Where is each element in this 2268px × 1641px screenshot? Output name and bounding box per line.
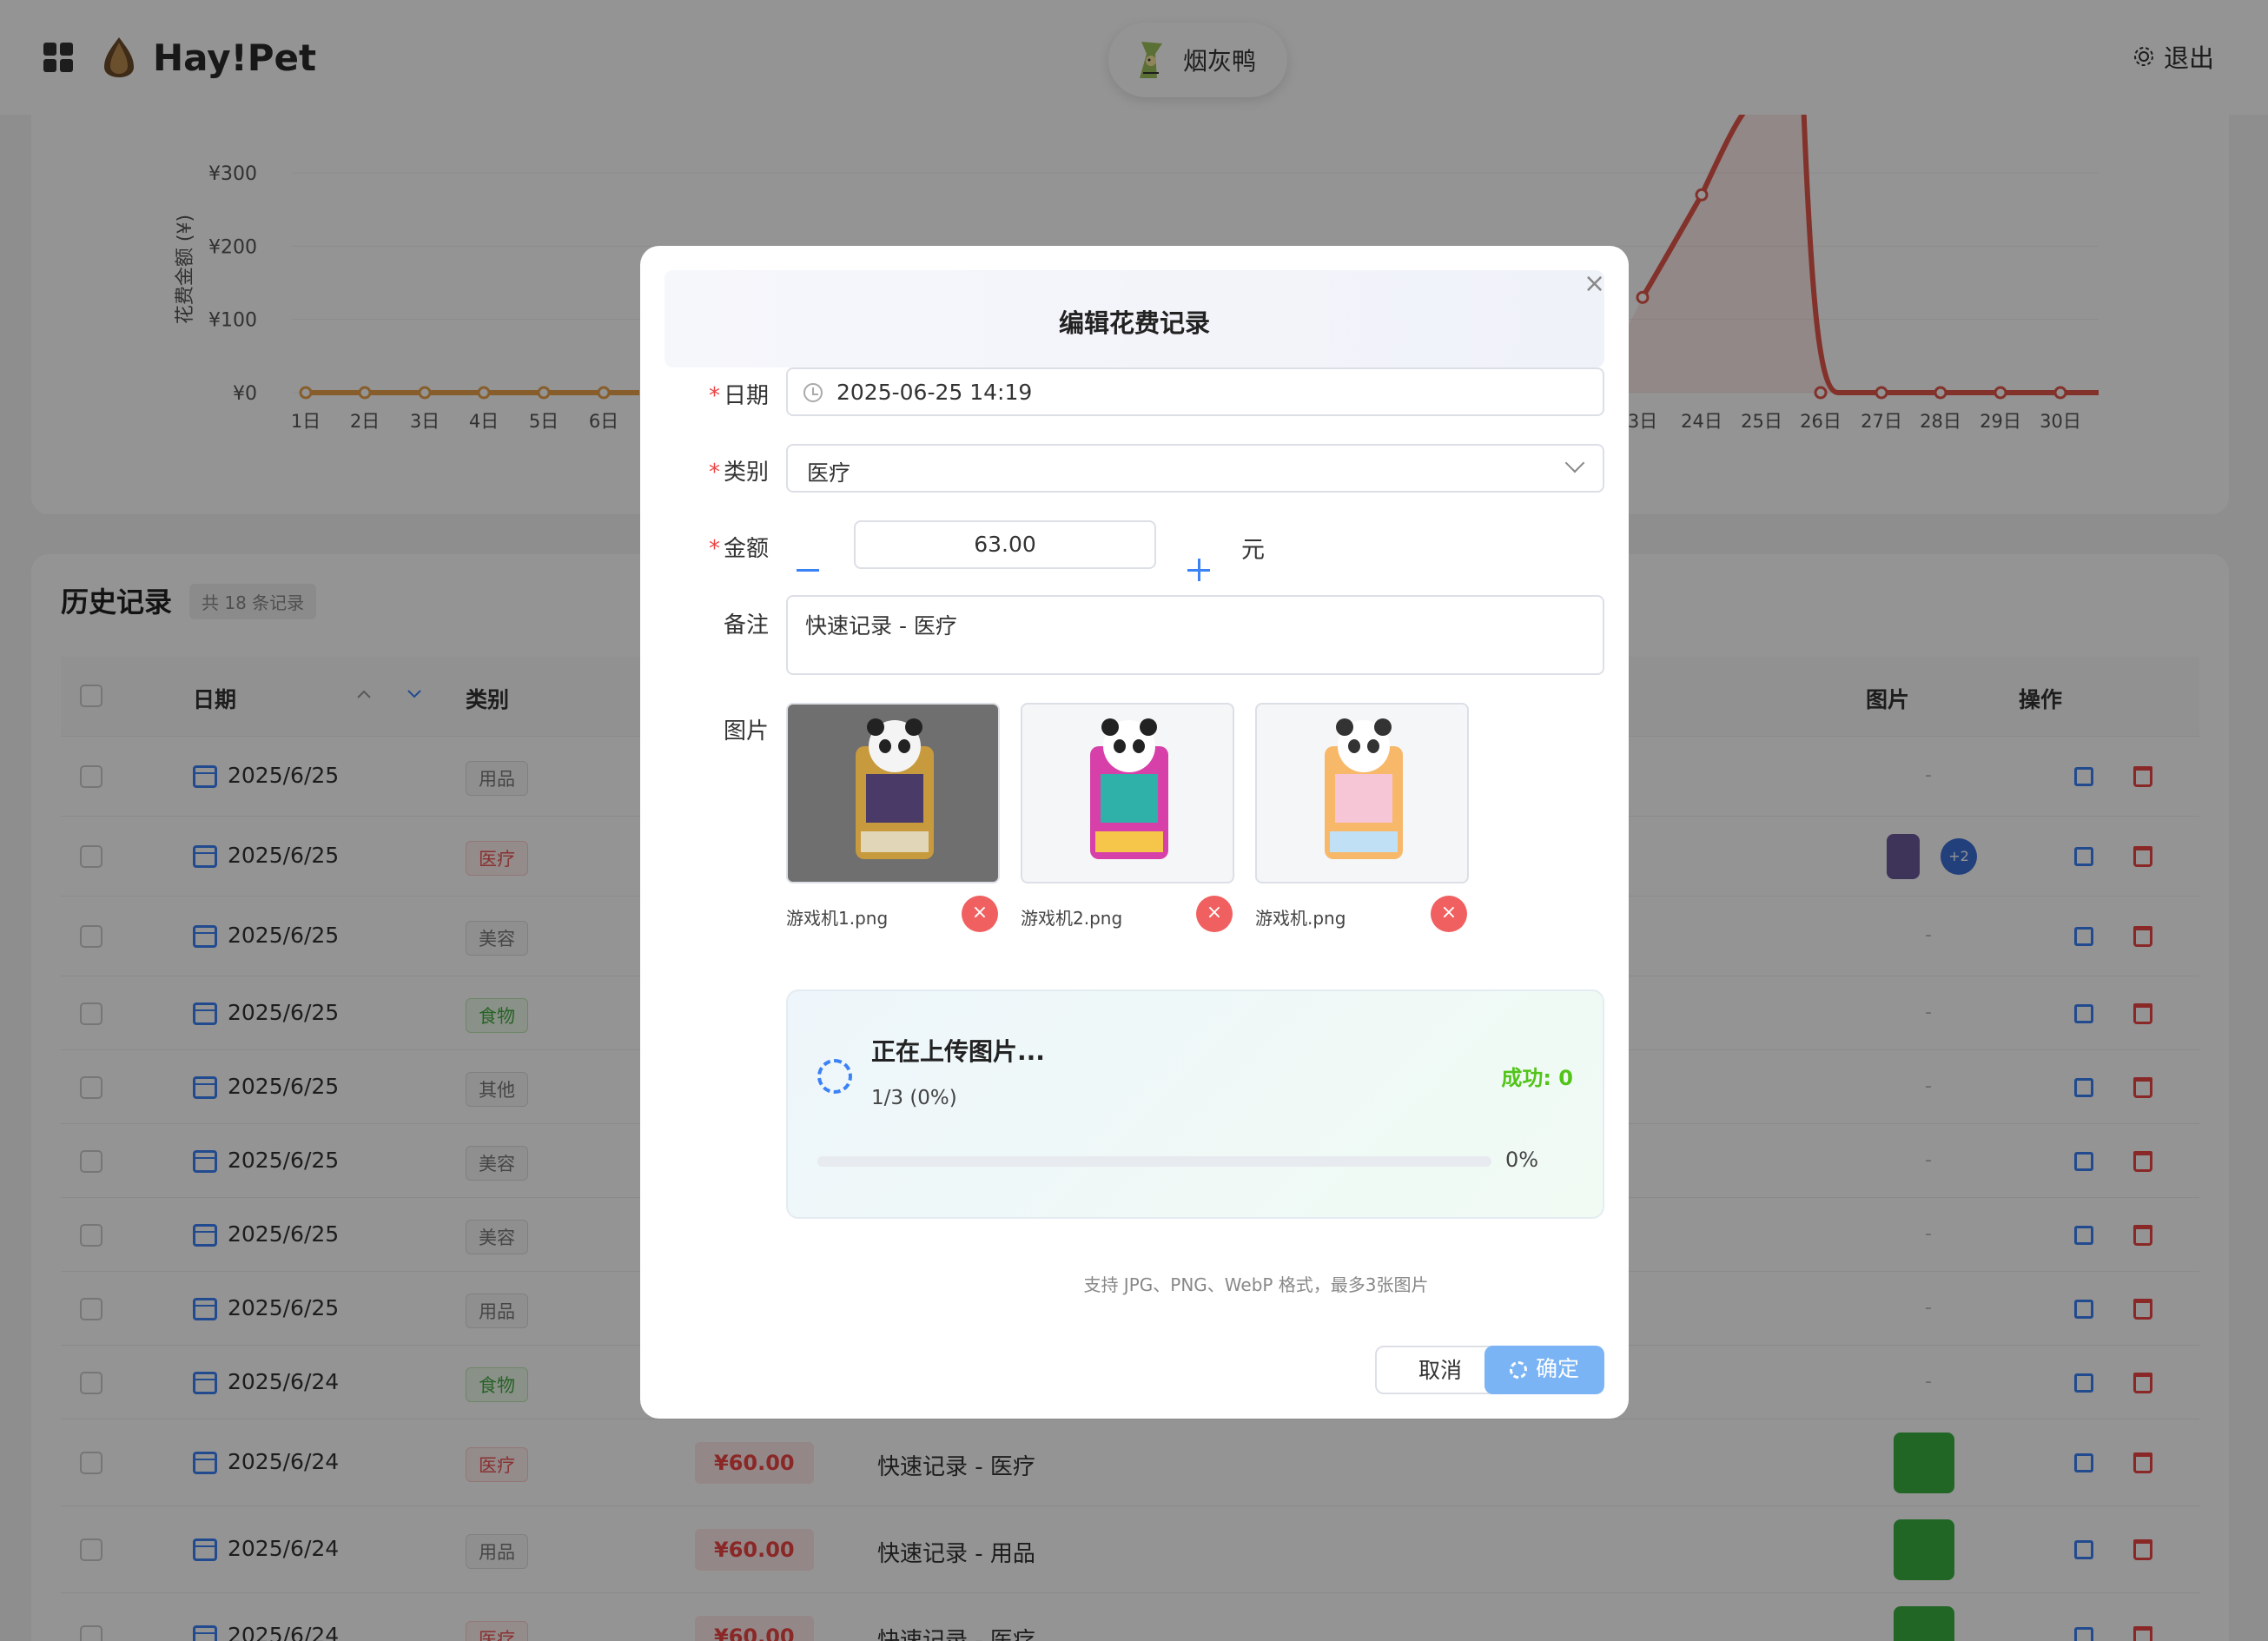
remove-image-3-button[interactable]: ×	[1431, 896, 1467, 932]
upload-progress-panel: 正在上传图片... 1/3 (0%) 成功: 0 0%	[786, 989, 1604, 1219]
clock-icon	[803, 383, 823, 402]
loading-spinner-icon	[1509, 1361, 1527, 1379]
close-icon[interactable]: ×	[1584, 268, 1605, 299]
upload-success-count: 成功: 0	[1501, 1066, 1573, 1090]
modal-title: 编辑花费记录	[1058, 308, 1210, 338]
amount-label: * 金额	[708, 536, 769, 562]
category-select[interactable]: 医疗	[786, 444, 1604, 493]
date-label: * 日期	[708, 383, 769, 409]
confirm-button[interactable]: 确定	[1484, 1346, 1604, 1394]
amount-input[interactable]: 63.00	[854, 520, 1156, 569]
category-label-text: 类别	[723, 460, 769, 486]
image-preview-3[interactable]	[1255, 703, 1469, 883]
remove-image-2-button[interactable]: ×	[1196, 896, 1233, 932]
claw-machine-image	[1090, 718, 1168, 859]
note-value: 快速记录 - 医疗	[805, 613, 957, 639]
modal-header: 编辑花费记录	[665, 270, 1604, 367]
upload-progress-bar	[817, 1156, 1491, 1167]
claw-machine-image	[856, 718, 934, 859]
upload-hint: 支持 JPG、PNG、WebP 格式，最多3张图片	[1083, 1274, 1429, 1295]
upload-title: 正在上传图片...	[871, 1037, 1045, 1066]
increase-amount-button[interactable]	[1187, 559, 1210, 581]
upload-progress-text: 1/3 (0%)	[871, 1087, 957, 1109]
claw-machine-image	[1325, 718, 1403, 859]
date-label-text: 日期	[723, 383, 769, 409]
image-name-1: 游戏机1.png	[786, 908, 889, 929]
decrease-amount-button[interactable]	[797, 569, 819, 572]
remove-image-1-button[interactable]: ×	[962, 896, 998, 932]
note-textarea[interactable]: 快速记录 - 医疗	[786, 595, 1604, 675]
amount-label-text: 金额	[723, 536, 769, 562]
edit-expense-modal: 编辑花费记录 × * 日期 2025-06-25 14:19 * 类别 医疗 * 金额…	[640, 246, 1629, 1419]
image-name-2: 游戏机2.png	[1021, 908, 1123, 929]
confirm-label: 确定	[1535, 1356, 1579, 1381]
app-page: Hay!Pet 烟灰鸭 退出 ¥0 ¥100 ¥200 ¥300 花费金额 (¥) 1日 2…	[0, 0, 2268, 1641]
image-preview-1[interactable]	[786, 703, 1000, 883]
upload-percent: 0%	[1505, 1148, 1539, 1172]
chevron-down-icon	[1564, 453, 1585, 473]
note-label: 备注	[723, 612, 769, 639]
loading-spinner-icon	[817, 1059, 852, 1094]
date-picker[interactable]: 2025-06-25 14:19	[786, 367, 1604, 416]
date-value: 2025-06-25 14:19	[836, 380, 1033, 405]
image-name-3: 游戏机.png	[1255, 908, 1346, 929]
category-value: 医疗	[807, 460, 851, 486]
amount-unit: 元	[1241, 537, 1265, 564]
images-label: 图片	[723, 718, 769, 744]
image-preview-2[interactable]	[1021, 703, 1234, 883]
category-label: * 类别	[708, 460, 769, 486]
